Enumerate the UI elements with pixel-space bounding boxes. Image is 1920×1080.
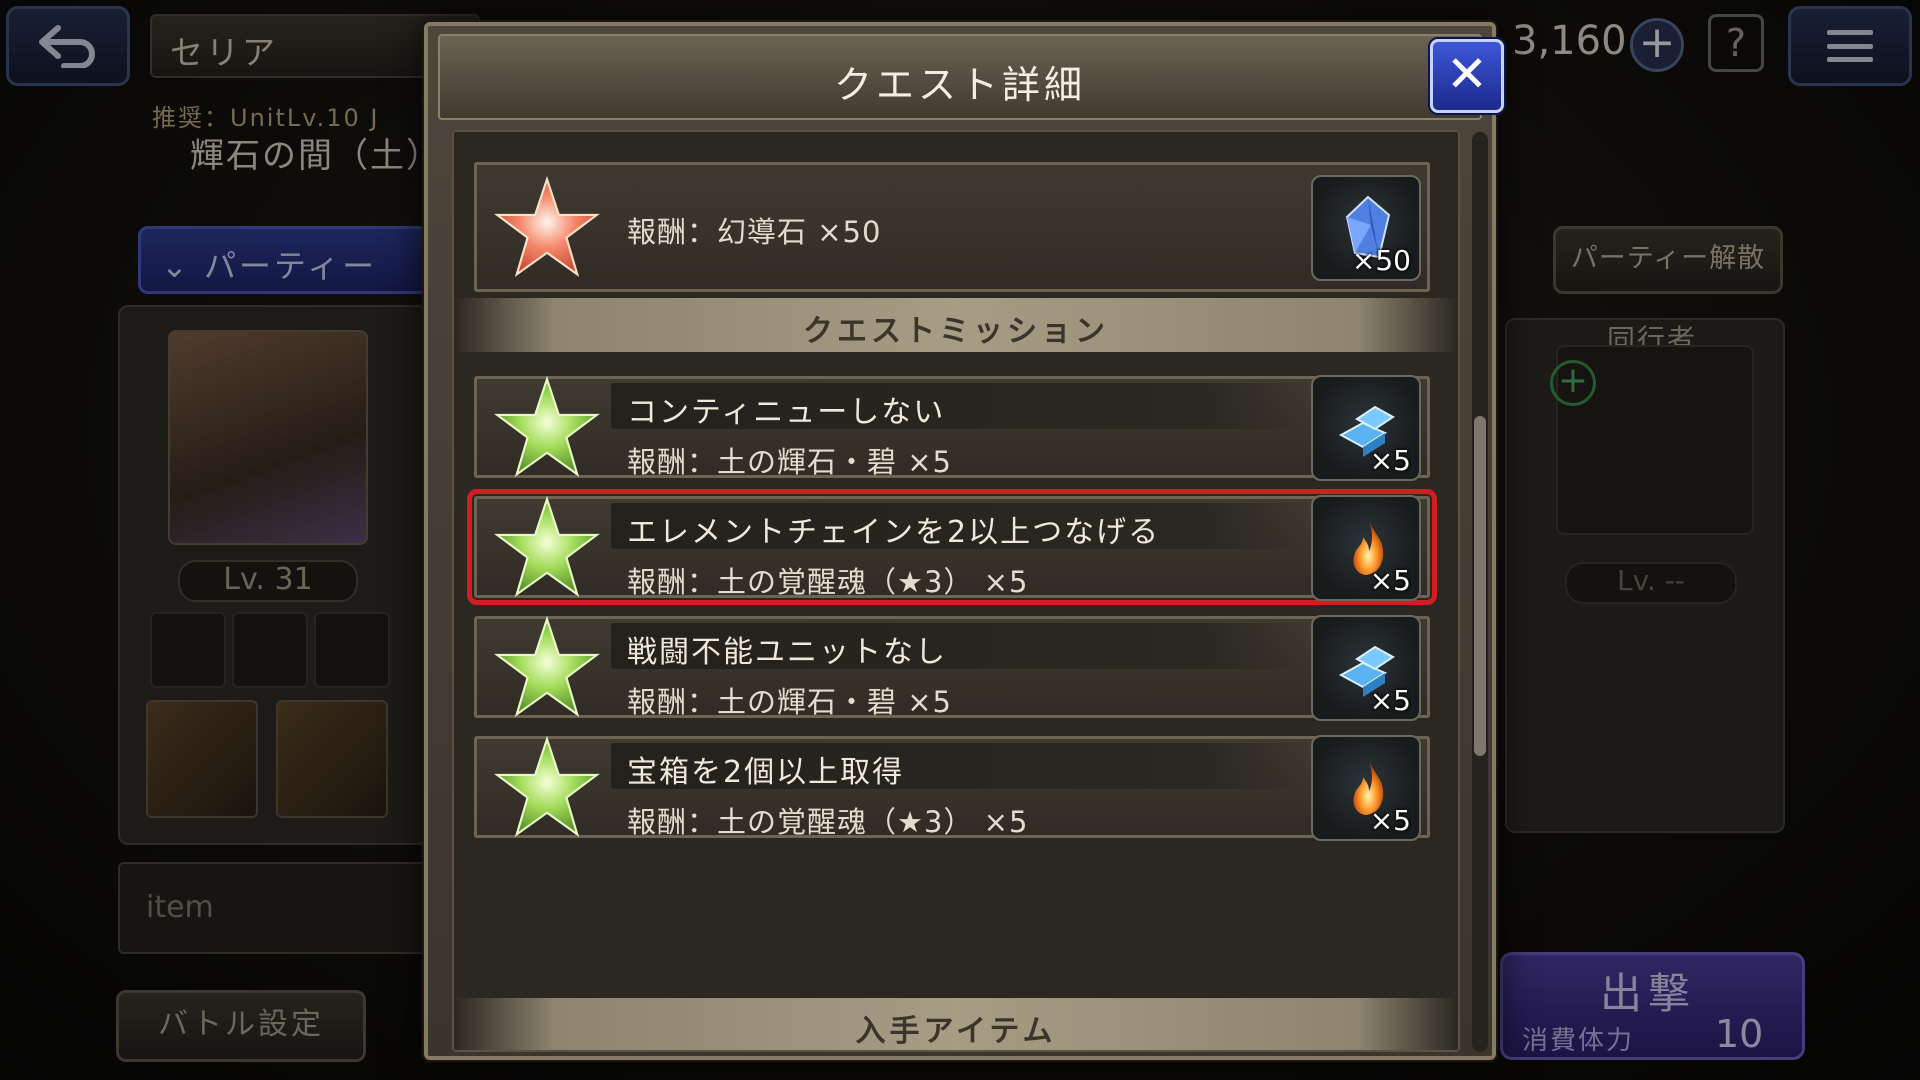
equipment-thumbnail[interactable] (146, 700, 258, 818)
reward-icon-frame[interactable]: ×5 (1311, 375, 1421, 481)
mission-card: コンティニューしない 報酬：土の輝石・碧 ×5 ×5 (474, 375, 1430, 481)
reward-icon-frame[interactable]: ×5 (1311, 615, 1421, 721)
unit-level: Lv. 31 (178, 560, 358, 602)
unit-portrait[interactable] (168, 330, 368, 545)
items-section-header: 入手アイテム (454, 998, 1458, 1050)
stamina-label: 消費体力 (1522, 1026, 1635, 1056)
mission-reward: 報酬：土の覚醒魂（★3） ×5 (627, 565, 1029, 599)
reward-count: ×5 (1369, 804, 1411, 837)
missions-section-label: クエストミッション (803, 314, 1109, 349)
help-icon: ? (1725, 21, 1747, 65)
mission-card: 戦闘不能ユニットなし 報酬：土の輝石・碧 ×5 ×5 (474, 615, 1430, 721)
green-star-icon (494, 495, 600, 598)
modal-content[interactable]: 報酬：幻導石 ×50 ×50 クエストミッション コンティニューしない 報酬：土… (452, 130, 1460, 1052)
green-star-icon (494, 615, 600, 718)
mission-reward: 報酬：土の輝石・碧 ×5 (627, 685, 952, 719)
mission-reward: 報酬：土の輝石・碧 ×5 (627, 445, 952, 479)
first-clear-reward-card: 報酬：幻導石 ×50 ×50 (474, 162, 1430, 292)
first-clear-reward-text: 報酬：幻導石 ×50 (627, 215, 882, 249)
item-label: item (146, 890, 214, 925)
sortie-label: 出撃 (1600, 969, 1697, 1018)
items-section-label: 入手アイテム (855, 1014, 1057, 1049)
chevron-down-icon: ⌄ (161, 247, 204, 285)
stage-name: 輝石の間（土） (190, 136, 442, 176)
red-star-icon (494, 175, 600, 278)
hamburger-icon (1827, 30, 1873, 62)
reward-count: ×5 (1369, 444, 1411, 477)
disband-party-button[interactable]: パーティー解散 (1553, 226, 1783, 294)
green-star-icon (494, 375, 600, 478)
stone-count: 3,160 (1512, 18, 1627, 64)
battle-settings-button[interactable]: バトル設定 (116, 990, 366, 1062)
mission-title: 戦闘不能ユニットなし (627, 635, 947, 670)
modal-title: クエスト詳細 (833, 63, 1086, 107)
equipment-thumbnail[interactable] (276, 700, 388, 818)
reward-icon-frame[interactable]: ×5 (1311, 735, 1421, 841)
reward-icon-frame[interactable]: ×50 (1311, 175, 1421, 281)
reward-count: ×50 (1351, 244, 1411, 277)
mission-card: 宝箱を2個以上取得 報酬：土の覚醒魂（★3） ×5 ×5 (474, 735, 1430, 841)
party-tab-label: パーティー (203, 247, 378, 285)
locked-slot (314, 612, 390, 688)
scrollbar-thumb[interactable] (1474, 416, 1486, 756)
mission-card-highlighted: エレメントチェインを2以上つなげる 報酬：土の覚醒魂（★3） ×5 ×5 (467, 489, 1437, 605)
mission-reward: 報酬：土の覚醒魂（★3） ×5 (627, 805, 1029, 839)
green-star-icon (494, 735, 600, 838)
reward-icon-frame[interactable]: ×5 (1311, 495, 1421, 601)
add-stones-button[interactable]: + (1630, 18, 1684, 72)
modal-header: クエスト詳細 ✕ (438, 34, 1504, 120)
locked-slot (232, 612, 308, 688)
mission-title: コンティニューしない (627, 395, 946, 430)
companion-level: Lv. -- (1565, 562, 1737, 604)
quest-detail-modal: クエスト詳細 ✕ 報酬：幻導石 ×50 ×50 クエストミッション コンティニュ… (424, 22, 1504, 1060)
reward-count: ×5 (1369, 684, 1411, 717)
help-button[interactable]: ? (1708, 14, 1764, 72)
stamina-value: 10 (1715, 1012, 1764, 1056)
menu-button[interactable] (1788, 6, 1912, 86)
equip-slot[interactable] (150, 612, 226, 688)
party-selector[interactable]: ⌄ パーティー (138, 226, 438, 294)
back-arrow-icon (39, 25, 95, 68)
add-companion-icon[interactable]: + (1550, 360, 1596, 406)
back-button[interactable] (6, 6, 130, 86)
close-icon: ✕ (1446, 45, 1488, 103)
missions-section-header: クエストミッション (454, 298, 1458, 352)
reward-count: ×5 (1369, 564, 1411, 597)
plus-icon: + (1638, 17, 1676, 68)
mission-title: エレメントチェインを2以上つなげる (627, 515, 1161, 550)
mission-title: 宝箱を2個以上取得 (627, 755, 905, 790)
close-button[interactable]: ✕ (1430, 39, 1504, 113)
